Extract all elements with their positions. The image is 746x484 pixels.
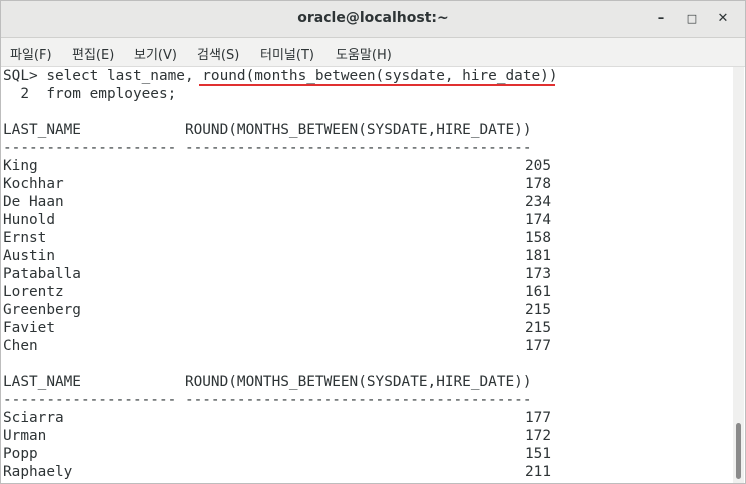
vertical-scrollbar[interactable] — [733, 67, 744, 483]
menu-edit[interactable]: 편집(E) — [72, 44, 114, 63]
close-button[interactable]: ✕ — [713, 9, 733, 29]
employee-name: Austin — [3, 248, 55, 264]
result-row: Austin 181 — [3, 247, 551, 265]
result-row: Sciarra 177 — [3, 409, 551, 427]
employee-name: De Haan — [3, 194, 64, 210]
menu-file[interactable]: 파일(F) — [10, 44, 52, 63]
employee-name: Lorentz — [3, 284, 64, 300]
months-value: 215 — [525, 320, 551, 336]
result-row: Pataballa 173 — [3, 265, 551, 283]
months-value: 172 — [525, 428, 551, 444]
employee-name: Greenberg — [3, 302, 81, 318]
result-row: Greenberg 215 — [3, 301, 551, 319]
employee-name: Chen — [3, 338, 38, 354]
months-value: 234 — [525, 194, 551, 210]
maximize-button[interactable]: □ — [682, 9, 702, 29]
scrollbar-thumb[interactable] — [736, 423, 741, 479]
months-value: 211 — [525, 464, 551, 480]
column-header: LAST_NAME ROUND(MONTHS_BETWEEN(SYSDATE,H… — [3, 122, 532, 138]
result-row: Hunold 174 — [3, 211, 551, 229]
command-line-1: SQL> select last_name, round(months_betw… — [3, 68, 558, 84]
menu-bar: 파일(F) 편집(E) 보기(V) 검색(S) 터미널(T) 도움말(H) — [1, 38, 745, 67]
result-row: Ernst 158 — [3, 229, 551, 247]
result-row: Lorentz 161 — [3, 283, 551, 301]
result-row: De Haan 234 — [3, 193, 551, 211]
command-line-2: 2 from employees; — [3, 86, 177, 102]
months-value: 161 — [525, 284, 551, 300]
column-separator: -------------------- -------------------… — [3, 140, 532, 156]
employee-name: Sciarra — [3, 410, 64, 426]
employee-name: Pataballa — [3, 266, 81, 282]
employee-name: King — [3, 158, 38, 174]
result-row: Faviet 215 — [3, 319, 551, 337]
column-separator: -------------------- -------------------… — [3, 392, 532, 408]
menu-help[interactable]: 도움말(H) — [336, 44, 392, 63]
months-value: 173 — [525, 266, 551, 282]
menu-view[interactable]: 보기(V) — [134, 44, 177, 63]
result-row: Chen 177 — [3, 337, 551, 355]
column-header: LAST_NAME ROUND(MONTHS_BETWEEN(SYSDATE,H… — [3, 374, 532, 390]
annotation-underline — [199, 84, 555, 86]
minimize-button[interactable]: – — [651, 9, 671, 29]
employee-name: Urman — [3, 428, 47, 444]
menu-search[interactable]: 검색(S) — [197, 44, 239, 63]
months-value: 215 — [525, 302, 551, 318]
terminal-output[interactable]: SQL> select last_name, round(months_betw… — [1, 67, 733, 483]
result-row: Urman 172 — [3, 427, 551, 445]
employee-name: Hunold — [3, 212, 55, 228]
months-value: 205 — [525, 158, 551, 174]
employee-name: Kochhar — [3, 176, 64, 192]
months-value: 177 — [525, 338, 551, 354]
result-row: Kochhar 178 — [3, 175, 551, 193]
window-title: oracle@localhost:~ — [297, 10, 449, 26]
months-value: 174 — [525, 212, 551, 228]
employee-name: Faviet — [3, 320, 55, 336]
terminal-window: oracle@localhost:~ – □ ✕ 파일(F) 편집(E) 보기(… — [0, 0, 746, 484]
months-value: 151 — [525, 446, 551, 462]
title-bar[interactable]: oracle@localhost:~ – □ ✕ — [1, 1, 745, 38]
months-value: 158 — [525, 230, 551, 246]
result-row: King 205 — [3, 157, 551, 175]
menu-terminal[interactable]: 터미널(T) — [260, 44, 314, 63]
months-value: 181 — [525, 248, 551, 264]
employee-name: Raphaely — [3, 464, 73, 480]
months-value: 178 — [525, 176, 551, 192]
result-row: Raphaely 211 — [3, 463, 551, 481]
employee-name: Popp — [3, 446, 38, 462]
months-value: 177 — [525, 410, 551, 426]
result-row: Popp 151 — [3, 445, 551, 463]
employee-name: Ernst — [3, 230, 47, 246]
